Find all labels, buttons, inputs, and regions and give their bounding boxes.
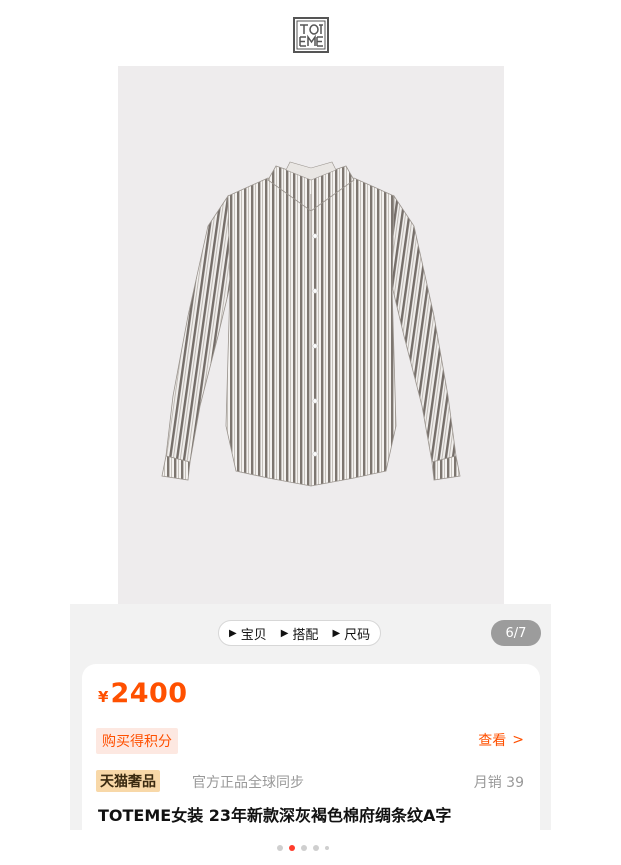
points-badge[interactable]: 购买得积分 [96, 728, 178, 754]
product-page: ▶ 宝贝 ▶ 搭配 ▶ 尺码 6/7 ¥ 2400 购买得积分 查看 > 天猫奢… [0, 0, 621, 865]
carousel-dot[interactable] [313, 845, 319, 851]
official-guarantee-text: 官方正品全球同步 [192, 775, 304, 791]
chevron-right-icon: > [512, 732, 524, 748]
carousel-dots [277, 845, 329, 851]
monthly-sales: 月销 39 [473, 775, 524, 791]
tab-size[interactable]: ▶ 尺码 [332, 624, 370, 643]
product-info-panel: ▶ 宝贝 ▶ 搭配 ▶ 尺码 6/7 ¥ 2400 购买得积分 查看 > 天猫奢… [70, 604, 551, 830]
tab-label: 宝贝 [240, 627, 267, 643]
play-triangle-icon: ▶ [332, 627, 341, 639]
price-amount: 2400 [110, 678, 188, 709]
carousel-dot[interactable] [301, 845, 307, 851]
tab-outfit[interactable]: ▶ 搭配 [281, 624, 319, 643]
tab-label: 搭配 [292, 627, 319, 643]
tab-label: 尺码 [344, 627, 371, 643]
price: ¥ 2400 [98, 678, 188, 709]
tab-item[interactable]: ▶ 宝贝 [229, 624, 267, 643]
price-card: ¥ 2400 购买得积分 查看 > 天猫奢品 官方正品全球同步 月销 39 TO… [82, 664, 540, 830]
view-label: 查看 [478, 733, 507, 749]
image-counter: 6/7 [491, 620, 541, 646]
carousel-dot-active[interactable] [289, 845, 295, 851]
product-title: TOTEME女装 23年新款深灰褐色棉府绸条纹A字 [98, 806, 452, 825]
currency-symbol: ¥ [98, 688, 109, 706]
toteme-logo-icon [293, 17, 329, 53]
striped-shirt-image [161, 161, 461, 487]
carousel-dot[interactable] [325, 846, 329, 850]
image-category-tabs: ▶ 宝贝 ▶ 搭配 ▶ 尺码 [218, 620, 382, 646]
play-triangle-icon: ▶ [229, 627, 237, 639]
view-points-link[interactable]: 查看 > [478, 730, 524, 750]
tmall-luxury-badge[interactable]: 天猫奢品 [96, 770, 160, 792]
carousel-dot[interactable] [277, 845, 283, 851]
play-triangle-icon: ▶ [280, 627, 289, 639]
product-image[interactable] [118, 66, 504, 604]
